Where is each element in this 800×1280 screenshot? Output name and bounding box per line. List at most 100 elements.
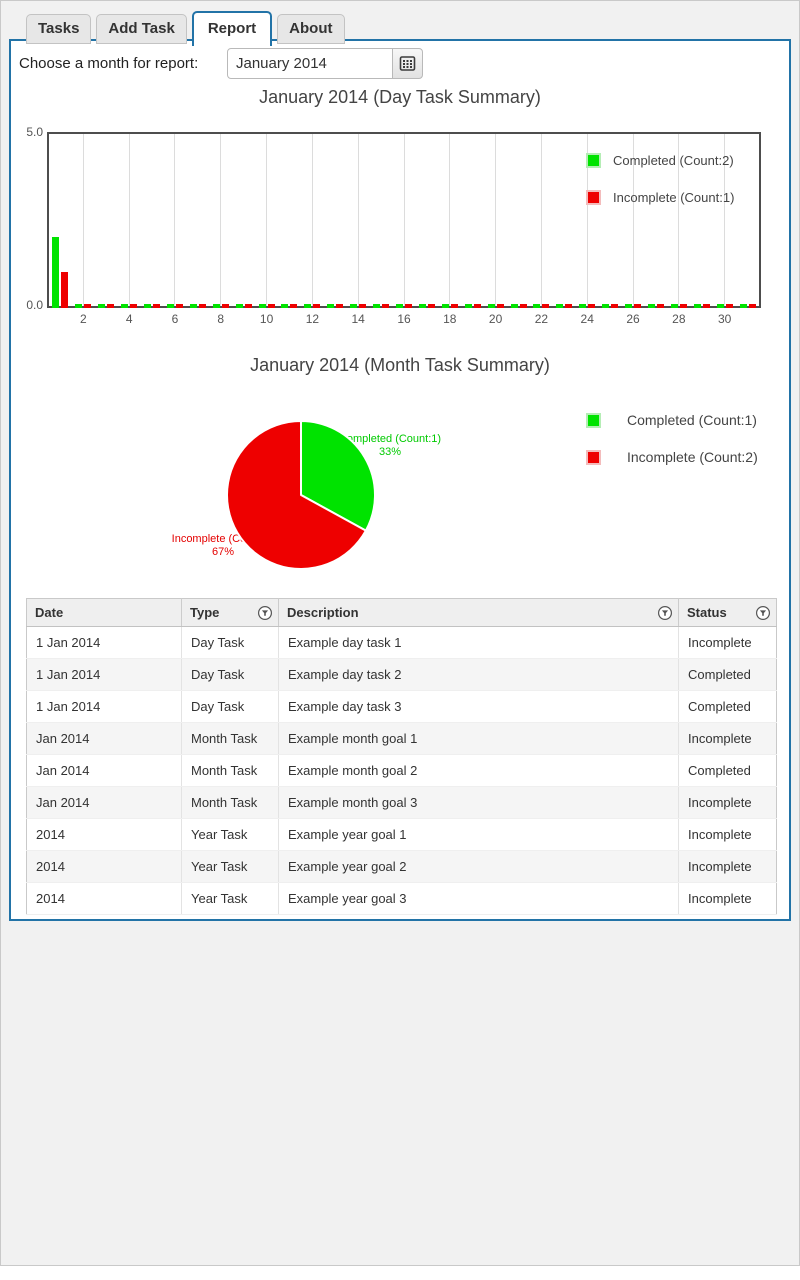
cell-status: Completed xyxy=(678,754,777,787)
completed-bar-day-31 xyxy=(739,304,747,308)
gridline xyxy=(449,134,451,306)
column-label: Date xyxy=(35,605,64,620)
completed-bar-day-4 xyxy=(121,304,129,308)
legend-label: Completed (Count:2) xyxy=(613,152,734,168)
completed-bar-day-3 xyxy=(98,304,106,308)
calendar-button[interactable] xyxy=(392,48,423,79)
column-header-description[interactable]: Description xyxy=(278,598,679,627)
cell-type: Day Task xyxy=(181,658,279,691)
cell-status: Completed xyxy=(678,690,777,723)
gridline xyxy=(540,134,542,306)
cell-type: Day Task xyxy=(181,690,279,723)
completed-bar-day-23 xyxy=(556,304,564,308)
legend-item-incomplete: Incomplete (Count:1) xyxy=(586,189,734,205)
incomplete-bar-day-11 xyxy=(290,304,298,308)
pie-chart xyxy=(226,420,376,570)
completed-bar-day-28 xyxy=(670,304,678,308)
completed-swatch-icon xyxy=(586,412,601,428)
incomplete-bar-day-21 xyxy=(519,304,527,308)
incomplete-bar-day-23 xyxy=(565,304,573,308)
column-header-status[interactable]: Status xyxy=(678,598,777,627)
x-axis-tick-label: 30 xyxy=(717,312,732,326)
incomplete-bar-day-29 xyxy=(702,304,710,308)
table-row[interactable]: 2014 Year Task Example year goal 3 Incomple… xyxy=(26,882,777,915)
pie-chart-title: January 2014 (Month Task Summary) xyxy=(250,355,550,375)
incomplete-bar-day-7 xyxy=(198,304,206,308)
cell-status: Incomplete xyxy=(678,626,777,659)
incomplete-bar-day-13 xyxy=(336,304,344,308)
completed-bar-day-20 xyxy=(487,304,495,308)
cell-type: Month Task xyxy=(181,754,279,787)
incomplete-bar-day-14 xyxy=(359,304,367,308)
cell-status: Incomplete xyxy=(678,850,777,883)
table-row[interactable]: 1 Jan 2014 Day Task Example day task 1 Inco… xyxy=(26,626,777,659)
filter-icon[interactable] xyxy=(755,605,771,621)
completed-bar-day-29 xyxy=(693,304,701,308)
completed-bar-day-8 xyxy=(212,304,220,308)
cell-date: Jan 2014 xyxy=(26,754,182,787)
incomplete-bar-day-18 xyxy=(450,304,458,308)
x-axis-tick-label: 20 xyxy=(488,312,503,326)
gridline xyxy=(403,134,405,306)
filter-icon[interactable] xyxy=(657,605,673,621)
pie-chart-legend: Completed (Count:1) Incomplete (Count:2) xyxy=(586,412,758,486)
incomplete-bar-day-19 xyxy=(473,304,481,308)
completed-bar-day-26 xyxy=(625,304,633,308)
tab-tasks[interactable]: Tasks xyxy=(26,14,92,44)
tab-report[interactable]: Report xyxy=(191,11,273,46)
cell-description: Example month goal 2 xyxy=(278,754,679,787)
cell-status: Incomplete xyxy=(678,722,777,755)
legend-label: Completed (Count:1) xyxy=(627,412,757,428)
tab-about[interactable]: About xyxy=(277,14,345,44)
table-row[interactable]: 1 Jan 2014 Day Task Example day task 2 Comp… xyxy=(26,658,777,691)
cell-type: Month Task xyxy=(181,722,279,755)
incomplete-bar-day-22 xyxy=(542,304,550,308)
incomplete-bar-day-15 xyxy=(382,304,390,308)
table-row[interactable]: Jan 2014 Month Task Example month goal 2 Co… xyxy=(26,754,777,787)
cell-description: Example year goal 2 xyxy=(278,850,679,883)
incomplete-bar-day-1 xyxy=(61,271,69,308)
column-header-type[interactable]: Type xyxy=(181,598,279,627)
filter-icon[interactable] xyxy=(257,605,273,621)
cell-type: Day Task xyxy=(181,626,279,659)
gridline xyxy=(220,134,222,306)
incomplete-bar-day-6 xyxy=(175,304,183,308)
table-row[interactable]: Jan 2014 Month Task Example month goal 1 In… xyxy=(26,722,777,755)
gridline xyxy=(128,134,130,306)
cell-status: Completed xyxy=(678,658,777,691)
x-axis-tick-label: 26 xyxy=(626,312,640,326)
table-row[interactable]: 1 Jan 2014 Day Task Example day task 3 Comp… xyxy=(26,690,777,723)
y-axis-tick-min: 0.0 xyxy=(26,298,43,312)
table-row[interactable]: 2014 Year Task Example year goal 2 Incomple… xyxy=(26,850,777,883)
incomplete-bar-day-31 xyxy=(748,304,756,308)
task-report-table: Date Type Description Status 1 Jan 2014 … xyxy=(26,598,777,915)
incomplete-bar-day-28 xyxy=(679,304,687,308)
tab-add-task[interactable]: Add Task xyxy=(96,14,187,44)
column-label: Type xyxy=(190,605,220,620)
gridline xyxy=(266,134,268,306)
completed-bar-day-11 xyxy=(281,304,289,308)
incomplete-bar-day-16 xyxy=(405,304,412,308)
completed-bar-day-22 xyxy=(533,304,541,308)
column-label: Status xyxy=(687,605,727,620)
column-header-date[interactable]: Date xyxy=(26,598,182,627)
completed-bar-day-30 xyxy=(716,304,724,308)
completed-bar-day-15 xyxy=(373,304,381,308)
x-axis-tick-label: 16 xyxy=(397,312,411,326)
month-input[interactable] xyxy=(227,48,393,79)
table-row[interactable]: 2014 Year Task Example year goal 1 Incomple… xyxy=(26,818,777,851)
table-row[interactable]: Jan 2014 Month Task Example month goal 3 In… xyxy=(26,786,777,819)
completed-swatch-icon xyxy=(586,152,601,168)
cell-date: 1 Jan 2014 xyxy=(26,690,182,723)
tab-bar: Tasks Add Task Report About xyxy=(26,9,345,46)
completed-bar-day-16 xyxy=(396,304,403,308)
cell-date: 2014 xyxy=(26,850,182,883)
completed-bar-day-6 xyxy=(166,304,174,308)
legend-item-completed: Completed (Count:1) xyxy=(586,412,758,428)
column-label: Description xyxy=(287,605,359,620)
cell-date: Jan 2014 xyxy=(26,786,182,819)
x-axis-tick-label: 22 xyxy=(534,312,549,326)
incomplete-bar-day-25 xyxy=(611,304,619,308)
cell-date: 2014 xyxy=(26,882,182,915)
gridline xyxy=(495,134,497,306)
